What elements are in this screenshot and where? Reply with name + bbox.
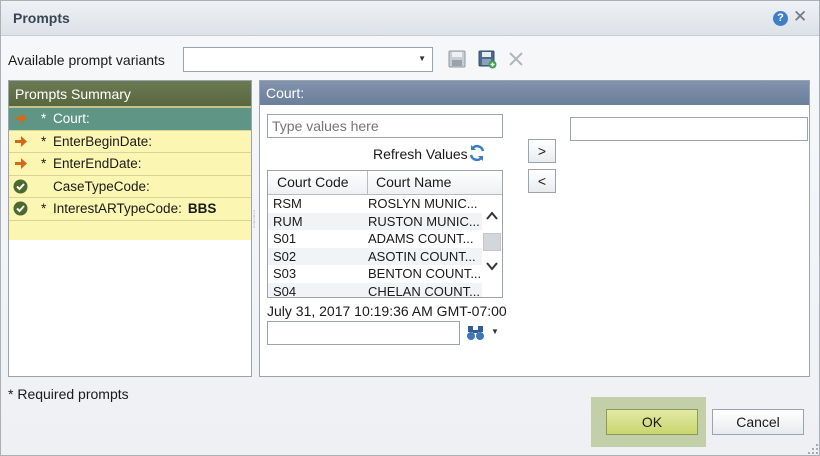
arrow-right-icon bbox=[15, 158, 27, 169]
summary-row[interactable]: * EnterBeginDate: bbox=[9, 130, 251, 153]
prompt-label: InterestARTypeCode: bbox=[53, 201, 182, 216]
column-header-court-name[interactable]: Court Name bbox=[368, 171, 502, 194]
court-values-list: Court Code Court Name RSM ROSLYN MUNIC...… bbox=[267, 170, 503, 298]
resize-grip-icon[interactable] bbox=[807, 443, 819, 455]
list-row[interactable]: S03 BENTON COUNT... bbox=[268, 265, 482, 283]
required-marker: * bbox=[41, 133, 47, 149]
court-code-cell: RUM bbox=[273, 213, 303, 229]
prompt-label: EnterEndDate: bbox=[53, 156, 142, 171]
selected-values-box[interactable] bbox=[570, 117, 808, 141]
ok-button[interactable]: OK bbox=[606, 409, 698, 435]
checkmark-icon bbox=[13, 179, 28, 193]
prompts-dialog: Prompts ? ✕ Available prompt variants ▼ … bbox=[0, 0, 820, 456]
list-row[interactable]: RSM ROSLYN MUNIC... bbox=[268, 195, 482, 213]
list-scrollbar[interactable] bbox=[482, 195, 502, 297]
search-input[interactable] bbox=[267, 321, 460, 345]
list-header: Court Code Court Name bbox=[268, 171, 502, 195]
required-marker: * bbox=[41, 111, 47, 126]
chevron-down-icon: ▼ bbox=[418, 54, 426, 63]
binoculars-icon[interactable] bbox=[466, 324, 485, 341]
summary-row-filler bbox=[9, 220, 251, 240]
prompts-summary-panel: Prompts Summary * Court: * EnterBeginDate: *… bbox=[8, 80, 252, 377]
court-name-cell: ADAMS COUNT... bbox=[368, 231, 474, 246]
summary-row[interactable]: * EnterEndDate: bbox=[9, 153, 251, 176]
save-icon[interactable] bbox=[447, 49, 467, 69]
required-marker: * bbox=[41, 156, 47, 171]
court-name-cell: ASOTIN COUNT... bbox=[368, 248, 476, 264]
close-icon[interactable]: ✕ bbox=[793, 8, 807, 26]
variants-dropdown[interactable]: ▼ bbox=[183, 47, 433, 72]
chevron-up-icon[interactable] bbox=[485, 209, 499, 223]
checkmark-icon bbox=[13, 201, 28, 216]
refresh-values-label[interactable]: Refresh Values bbox=[373, 146, 468, 162]
save-as-icon[interactable] bbox=[477, 49, 497, 69]
court-code-cell: S02 bbox=[273, 248, 297, 264]
court-rows: RSM ROSLYN MUNIC... RUM RUSTON MUNIC... S01 A… bbox=[268, 195, 482, 298]
list-row[interactable]: S04 CHELAN COUNT... bbox=[268, 282, 482, 298]
court-panel-header: Court: bbox=[260, 81, 809, 105]
prompt-label: EnterBeginDate: bbox=[53, 133, 153, 149]
court-code-cell: S01 bbox=[273, 231, 297, 246]
search-options-caret-icon[interactable]: ▼ bbox=[491, 327, 499, 336]
dialog-title: Prompts bbox=[13, 10, 70, 26]
court-code-cell: S04 bbox=[273, 283, 297, 298]
help-icon[interactable]: ? bbox=[773, 11, 788, 26]
summary-row[interactable]: CaseTypeCode: bbox=[9, 175, 251, 198]
column-header-court-code[interactable]: Court Code bbox=[268, 171, 368, 194]
prompts-summary-list: * Court: * EnterBeginDate: * EnterEndDate: Cas… bbox=[9, 108, 251, 240]
move-right-button[interactable]: > bbox=[528, 139, 556, 163]
list-row[interactable]: RUM RUSTON MUNIC... bbox=[268, 212, 482, 230]
summary-row[interactable]: * InterestARTypeCode: BBS bbox=[9, 198, 251, 221]
list-row[interactable]: S02 ASOTIN COUNT... bbox=[268, 247, 482, 265]
court-prompt-panel: Court: Refresh Values Court Code Court N… bbox=[259, 80, 810, 377]
arrow-right-icon bbox=[15, 113, 27, 124]
court-name-cell: RUSTON MUNIC... bbox=[368, 213, 480, 229]
title-bar: Prompts ? ✕ bbox=[1, 1, 819, 36]
prompt-label: Court: bbox=[53, 111, 90, 126]
panel-splitter[interactable]: ⁞ ⁞ ⁞ bbox=[253, 210, 258, 241]
cancel-button[interactable]: Cancel bbox=[712, 409, 804, 435]
required-prompts-note: * Required prompts bbox=[8, 386, 129, 402]
arrow-right-icon bbox=[15, 135, 27, 147]
court-name-cell: ROSLYN MUNIC... bbox=[368, 196, 478, 211]
prompt-value: BBS bbox=[187, 201, 217, 216]
type-values-input[interactable] bbox=[267, 114, 503, 138]
move-left-button[interactable]: < bbox=[528, 169, 556, 193]
delete-icon[interactable] bbox=[506, 49, 526, 69]
court-name-cell: CHELAN COUNT... bbox=[368, 283, 480, 298]
chevron-down-icon[interactable] bbox=[485, 259, 499, 273]
court-name-cell: BENTON COUNT... bbox=[368, 266, 480, 281]
prompt-label: CaseTypeCode: bbox=[53, 178, 150, 194]
refresh-icon[interactable] bbox=[467, 143, 487, 163]
court-code-cell: RSM bbox=[273, 196, 302, 211]
scrollbar-thumb[interactable] bbox=[483, 233, 501, 251]
variants-label: Available prompt variants bbox=[8, 52, 165, 68]
refresh-timestamp: July 31, 2017 10:19:36 AM GMT-07:00 bbox=[267, 303, 507, 319]
court-code-cell: S03 bbox=[273, 266, 297, 281]
required-marker: * bbox=[41, 201, 47, 216]
prompts-summary-header: Prompts Summary bbox=[9, 81, 251, 108]
list-row[interactable]: S01 ADAMS COUNT... bbox=[268, 230, 482, 248]
summary-row[interactable]: * Court: bbox=[9, 108, 251, 131]
